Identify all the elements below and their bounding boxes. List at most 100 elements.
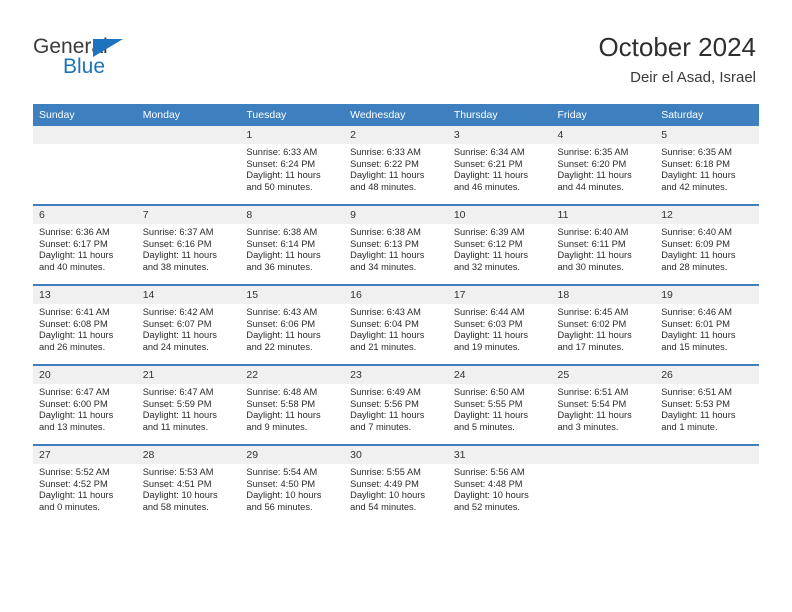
day-number: 27 <box>33 446 137 464</box>
calendar-day-cell[interactable]: 30 Sunrise: 5:55 AM Sunset: 4:49 PM Dayligh… <box>344 444 448 524</box>
daylight-text: Daylight: 11 hours and 21 minutes. <box>350 330 425 352</box>
calendar-day-cell[interactable]: 14 Sunrise: 6:42 AM Sunset: 6:07 PM Dayligh… <box>136 284 241 365</box>
sunrise-text: Sunrise: 6:35 AM <box>557 147 629 157</box>
sunrise-text: Sunrise: 6:40 AM <box>557 227 629 237</box>
day-number <box>551 446 656 464</box>
day-details: Sunrise: 6:36 AM Sunset: 6:17 PM Daylight:… <box>33 224 137 273</box>
sunrise-text: Sunrise: 6:37 AM <box>142 227 214 237</box>
calendar-day-cell[interactable]: 21 Sunrise: 6:47 AM Sunset: 5:59 PM Dayligh… <box>136 364 241 445</box>
day-details: Sunrise: 6:47 AM Sunset: 5:59 PM Daylight:… <box>137 384 241 433</box>
sunset-text: Sunset: 5:55 PM <box>453 398 523 409</box>
sunrise-text: Sunrise: 6:35 AM <box>661 147 733 157</box>
sunrise-text: Sunrise: 6:43 AM <box>350 307 421 317</box>
calendar-header-row: Sunday Monday Tuesday Wednesday Thursday… <box>33 104 759 126</box>
sunset-text: Sunset: 6:06 PM <box>246 318 316 329</box>
calendar-day-cell[interactable]: 31 Sunrise: 5:56 AM Sunset: 4:48 PM Dayligh… <box>447 444 552 524</box>
sunrise-text: Sunrise: 5:52 AM <box>39 467 110 477</box>
calendar-day-cell[interactable]: 10 Sunrise: 6:39 AM Sunset: 6:12 PM Dayligh… <box>447 204 552 285</box>
day-details: Sunrise: 6:45 AM Sunset: 6:02 PM Daylight:… <box>552 304 656 353</box>
day-details: Sunrise: 6:44 AM Sunset: 6:03 PM Daylight:… <box>448 304 552 353</box>
calendar-day-cell[interactable]: 9 Sunrise: 6:38 AM Sunset: 6:13 PM Daylight… <box>344 204 448 285</box>
sunset-text: Sunset: 5:54 PM <box>557 398 627 409</box>
day-number: 11 <box>551 206 656 224</box>
daylight-text: Daylight: 11 hours and 46 minutes. <box>453 170 529 192</box>
sunset-text: Sunset: 4:48 PM <box>453 478 523 489</box>
sunrise-text: Sunrise: 6:51 AM <box>661 387 733 397</box>
sunset-text: Sunset: 5:59 PM <box>142 398 212 409</box>
calendar-day-cell[interactable]: 1 Sunrise: 6:33 AM Sunset: 6:24 PM Daylight… <box>240 126 345 205</box>
day-number: 7 <box>136 206 241 224</box>
calendar-day-cell[interactable]: 5 Sunrise: 6:35 AM Sunset: 6:18 PM Daylight… <box>655 126 759 205</box>
day-number: 8 <box>240 206 345 224</box>
sunrise-text: Sunrise: 6:41 AM <box>39 307 110 317</box>
day-number: 16 <box>344 286 448 304</box>
day-details: Sunrise: 6:40 AM Sunset: 6:09 PM Daylight:… <box>655 224 759 273</box>
daylight-text: Daylight: 11 hours and 13 minutes. <box>39 410 114 432</box>
day-number: 9 <box>344 206 448 224</box>
weekday-header-friday: Friday <box>551 104 656 126</box>
day-details: Sunrise: 5:55 AM Sunset: 4:49 PM Daylight:… <box>344 464 448 513</box>
weekday-header-thursday: Thursday <box>447 104 552 126</box>
sunset-text: Sunset: 6:02 PM <box>557 318 627 329</box>
calendar-day-cell[interactable]: 12 Sunrise: 6:40 AM Sunset: 6:09 PM Dayligh… <box>655 204 759 285</box>
calendar-day-cell[interactable]: 19 Sunrise: 6:46 AM Sunset: 6:01 PM Dayligh… <box>655 284 759 365</box>
calendar-day-cell[interactable]: 15 Sunrise: 6:43 AM Sunset: 6:06 PM Dayligh… <box>240 284 345 365</box>
calendar-day-cell[interactable]: 18 Sunrise: 6:45 AM Sunset: 6:02 PM Dayligh… <box>551 284 656 365</box>
calendar-day-cell[interactable]: 6 Sunrise: 6:36 AM Sunset: 6:17 PM Daylight… <box>33 204 137 285</box>
calendar-day-cell[interactable]: 11 Sunrise: 6:40 AM Sunset: 6:11 PM Dayligh… <box>551 204 656 285</box>
calendar-week-row: 6 Sunrise: 6:36 AM Sunset: 6:17 PM Daylight… <box>33 204 759 285</box>
brand-logo[interactable]: General Blue <box>33 36 223 88</box>
calendar-day-cell[interactable]: 13 Sunrise: 6:41 AM Sunset: 6:08 PM Dayligh… <box>33 284 137 365</box>
day-number: 13 <box>33 286 137 304</box>
calendar-day-cell[interactable]: 26 Sunrise: 6:51 AM Sunset: 5:53 PM Dayligh… <box>655 364 759 445</box>
calendar-day-cell-empty <box>33 126 137 205</box>
sunset-text: Sunset: 6:12 PM <box>453 238 523 249</box>
calendar-day-cell[interactable]: 28 Sunrise: 5:53 AM Sunset: 4:51 PM Dayligh… <box>136 444 241 524</box>
sunset-text: Sunset: 6:11 PM <box>557 238 626 249</box>
sunset-text: Sunset: 6:24 PM <box>246 158 316 169</box>
sunrise-text: Sunrise: 6:34 AM <box>453 147 525 157</box>
daylight-text: Daylight: 11 hours and 48 minutes. <box>350 170 425 192</box>
daylight-text: Daylight: 11 hours and 5 minutes. <box>453 410 529 432</box>
weekday-header-saturday: Saturday <box>655 104 759 126</box>
calendar-day-cell[interactable]: 24 Sunrise: 6:50 AM Sunset: 5:55 PM Dayligh… <box>447 364 552 445</box>
day-number: 29 <box>240 446 345 464</box>
day-details: Sunrise: 6:35 AM Sunset: 6:18 PM Daylight:… <box>655 144 759 193</box>
calendar-day-cell[interactable]: 20 Sunrise: 6:47 AM Sunset: 6:00 PM Dayligh… <box>33 364 137 445</box>
day-number: 20 <box>33 366 137 384</box>
calendar-day-cell[interactable]: 8 Sunrise: 6:38 AM Sunset: 6:14 PM Daylight… <box>240 204 345 285</box>
calendar-day-cell[interactable]: 25 Sunrise: 6:51 AM Sunset: 5:54 PM Dayligh… <box>551 364 656 445</box>
calendar-day-cell[interactable]: 22 Sunrise: 6:48 AM Sunset: 5:58 PM Dayligh… <box>240 364 345 445</box>
calendar-day-cell-empty <box>655 444 759 524</box>
daylight-text: Daylight: 11 hours and 19 minutes. <box>453 330 529 352</box>
calendar-day-cell-empty <box>136 126 241 205</box>
daylight-text: Daylight: 11 hours and 38 minutes. <box>142 250 217 272</box>
calendar-day-cell[interactable]: 7 Sunrise: 6:37 AM Sunset: 6:16 PM Daylight… <box>136 204 241 285</box>
day-number: 28 <box>136 446 241 464</box>
sunset-text: Sunset: 6:13 PM <box>350 238 419 249</box>
day-details: Sunrise: 6:39 AM Sunset: 6:12 PM Daylight:… <box>448 224 552 273</box>
sunrise-text: Sunrise: 6:44 AM <box>453 307 525 317</box>
calendar-day-cell[interactable]: 3 Sunrise: 6:34 AM Sunset: 6:21 PM Daylight… <box>447 126 552 205</box>
daylight-text: Daylight: 11 hours and 50 minutes. <box>246 170 321 192</box>
day-details: Sunrise: 6:47 AM Sunset: 6:00 PM Daylight:… <box>33 384 137 433</box>
sunset-text: Sunset: 6:07 PM <box>142 318 212 329</box>
daylight-text: Daylight: 11 hours and 3 minutes. <box>557 410 632 432</box>
sunrise-text: Sunrise: 6:43 AM <box>246 307 318 317</box>
day-number: 1 <box>240 126 345 144</box>
calendar-day-cell[interactable]: 2 Sunrise: 6:33 AM Sunset: 6:22 PM Daylight… <box>344 126 448 205</box>
calendar-day-cell[interactable]: 17 Sunrise: 6:44 AM Sunset: 6:03 PM Dayligh… <box>447 284 552 365</box>
calendar-day-cell[interactable]: 27 Sunrise: 5:52 AM Sunset: 4:52 PM Dayligh… <box>33 444 137 524</box>
sunset-text: Sunset: 6:14 PM <box>246 238 316 249</box>
day-number: 19 <box>655 286 759 304</box>
calendar-day-cell[interactable]: 4 Sunrise: 6:35 AM Sunset: 6:20 PM Daylight… <box>551 126 656 205</box>
daylight-text: Daylight: 11 hours and 40 minutes. <box>39 250 114 272</box>
page-title: October 2024 <box>598 32 756 62</box>
sunset-text: Sunset: 5:58 PM <box>246 398 316 409</box>
calendar-day-cell[interactable]: 16 Sunrise: 6:43 AM Sunset: 6:04 PM Dayligh… <box>344 284 448 365</box>
sunrise-text: Sunrise: 6:51 AM <box>557 387 629 397</box>
page-header: General Blue October 2024 Deir el Asad, … <box>0 0 792 100</box>
calendar-day-cell[interactable]: 23 Sunrise: 6:49 AM Sunset: 5:56 PM Dayligh… <box>344 364 448 445</box>
daylight-text: Daylight: 11 hours and 28 minutes. <box>661 250 736 272</box>
calendar-day-cell[interactable]: 29 Sunrise: 5:54 AM Sunset: 4:50 PM Dayligh… <box>240 444 345 524</box>
